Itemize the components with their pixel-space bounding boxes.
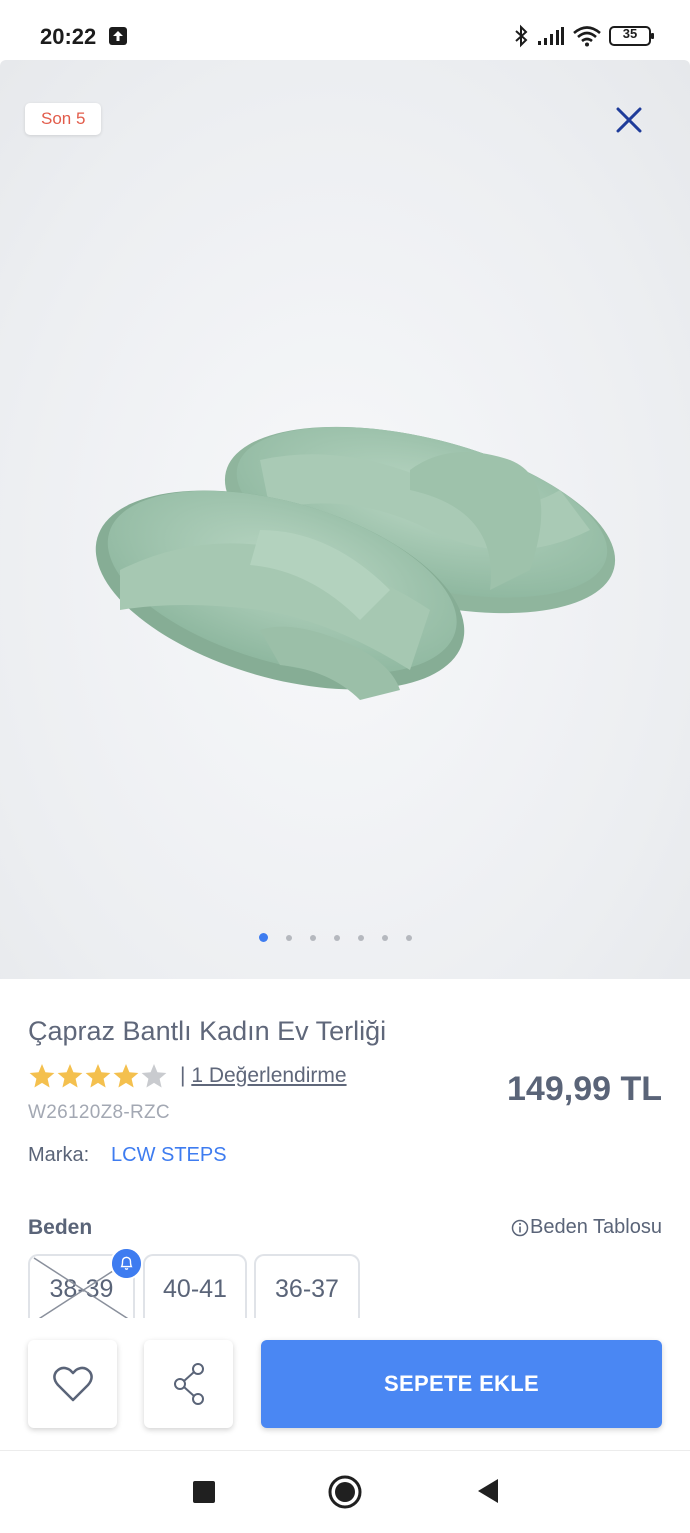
size-chart-link[interactable]: Beden Tablosu <box>511 1216 662 1239</box>
bluetooth-icon <box>515 24 528 48</box>
brand-link[interactable]: LCW STEPS <box>111 1144 227 1167</box>
close-icon[interactable] <box>612 103 646 137</box>
pagination-dot[interactable] <box>358 934 364 941</box>
notify-bell-icon[interactable] <box>110 1247 143 1280</box>
wifi-icon <box>573 26 601 47</box>
favorite-button[interactable] <box>28 1340 117 1428</box>
review-count[interactable]: | 1 Değerlendirme <box>180 1064 347 1088</box>
brand-label: Marka: <box>28 1144 90 1166</box>
size-title: Beden <box>28 1216 93 1239</box>
share-button[interactable] <box>144 1340 233 1428</box>
upload-icon <box>109 27 127 45</box>
size-option-label: 36-37 <box>275 1275 339 1303</box>
add-to-cart-button[interactable]: SEPETE EKLE <box>261 1340 662 1428</box>
size-option[interactable]: 36-37 <box>254 1254 360 1318</box>
review-separator: | <box>180 1064 186 1087</box>
pagination-dot[interactable] <box>259 933 268 942</box>
image-pagination[interactable] <box>259 933 412 942</box>
pagination-dot[interactable] <box>382 934 388 941</box>
star-filled-icon <box>29 1064 55 1088</box>
size-option-label: 40-41 <box>163 1275 227 1303</box>
info-icon <box>511 1219 529 1236</box>
battery-level: 35 <box>622 26 638 41</box>
home-icon[interactable] <box>328 1475 362 1509</box>
size-option-label: 38-39 <box>49 1275 114 1303</box>
review-link[interactable]: 1 Değerlendirme <box>191 1064 346 1087</box>
product-sku: W26120Z8-RZC <box>28 1102 170 1123</box>
star-filled-icon <box>57 1064 83 1088</box>
star-empty-icon <box>141 1064 167 1088</box>
system-nav-bar <box>0 1450 690 1533</box>
pagination-dot[interactable] <box>286 934 292 941</box>
pagination-dot[interactable] <box>406 934 412 941</box>
status-time: 20:22 <box>40 24 97 49</box>
heart-icon <box>53 1366 93 1402</box>
star-filled-icon <box>113 1064 139 1088</box>
share-icon <box>174 1363 204 1405</box>
product-photo <box>95 426 616 700</box>
recent-apps-icon[interactable] <box>193 1481 215 1503</box>
product-price: 149,99 TL <box>507 1070 662 1108</box>
status-bar: 20:22 35 <box>0 0 690 60</box>
pagination-dot[interactable] <box>334 934 340 941</box>
rating-stars <box>29 1064 167 1088</box>
star-filled-icon <box>85 1064 111 1088</box>
size-option[interactable]: 40-41 <box>143 1254 247 1318</box>
size-chart-label[interactable]: Beden Tablosu <box>530 1216 662 1239</box>
pagination-dot[interactable] <box>310 934 316 941</box>
product-title: Çapraz Bantlı Kadın Ev Terliği <box>28 1016 387 1046</box>
stock-badge: Son 5 <box>25 103 102 135</box>
back-icon[interactable] <box>476 1478 500 1504</box>
signal-icon <box>538 27 564 45</box>
product-image-gallery[interactable]: Son 5 <box>0 60 690 979</box>
